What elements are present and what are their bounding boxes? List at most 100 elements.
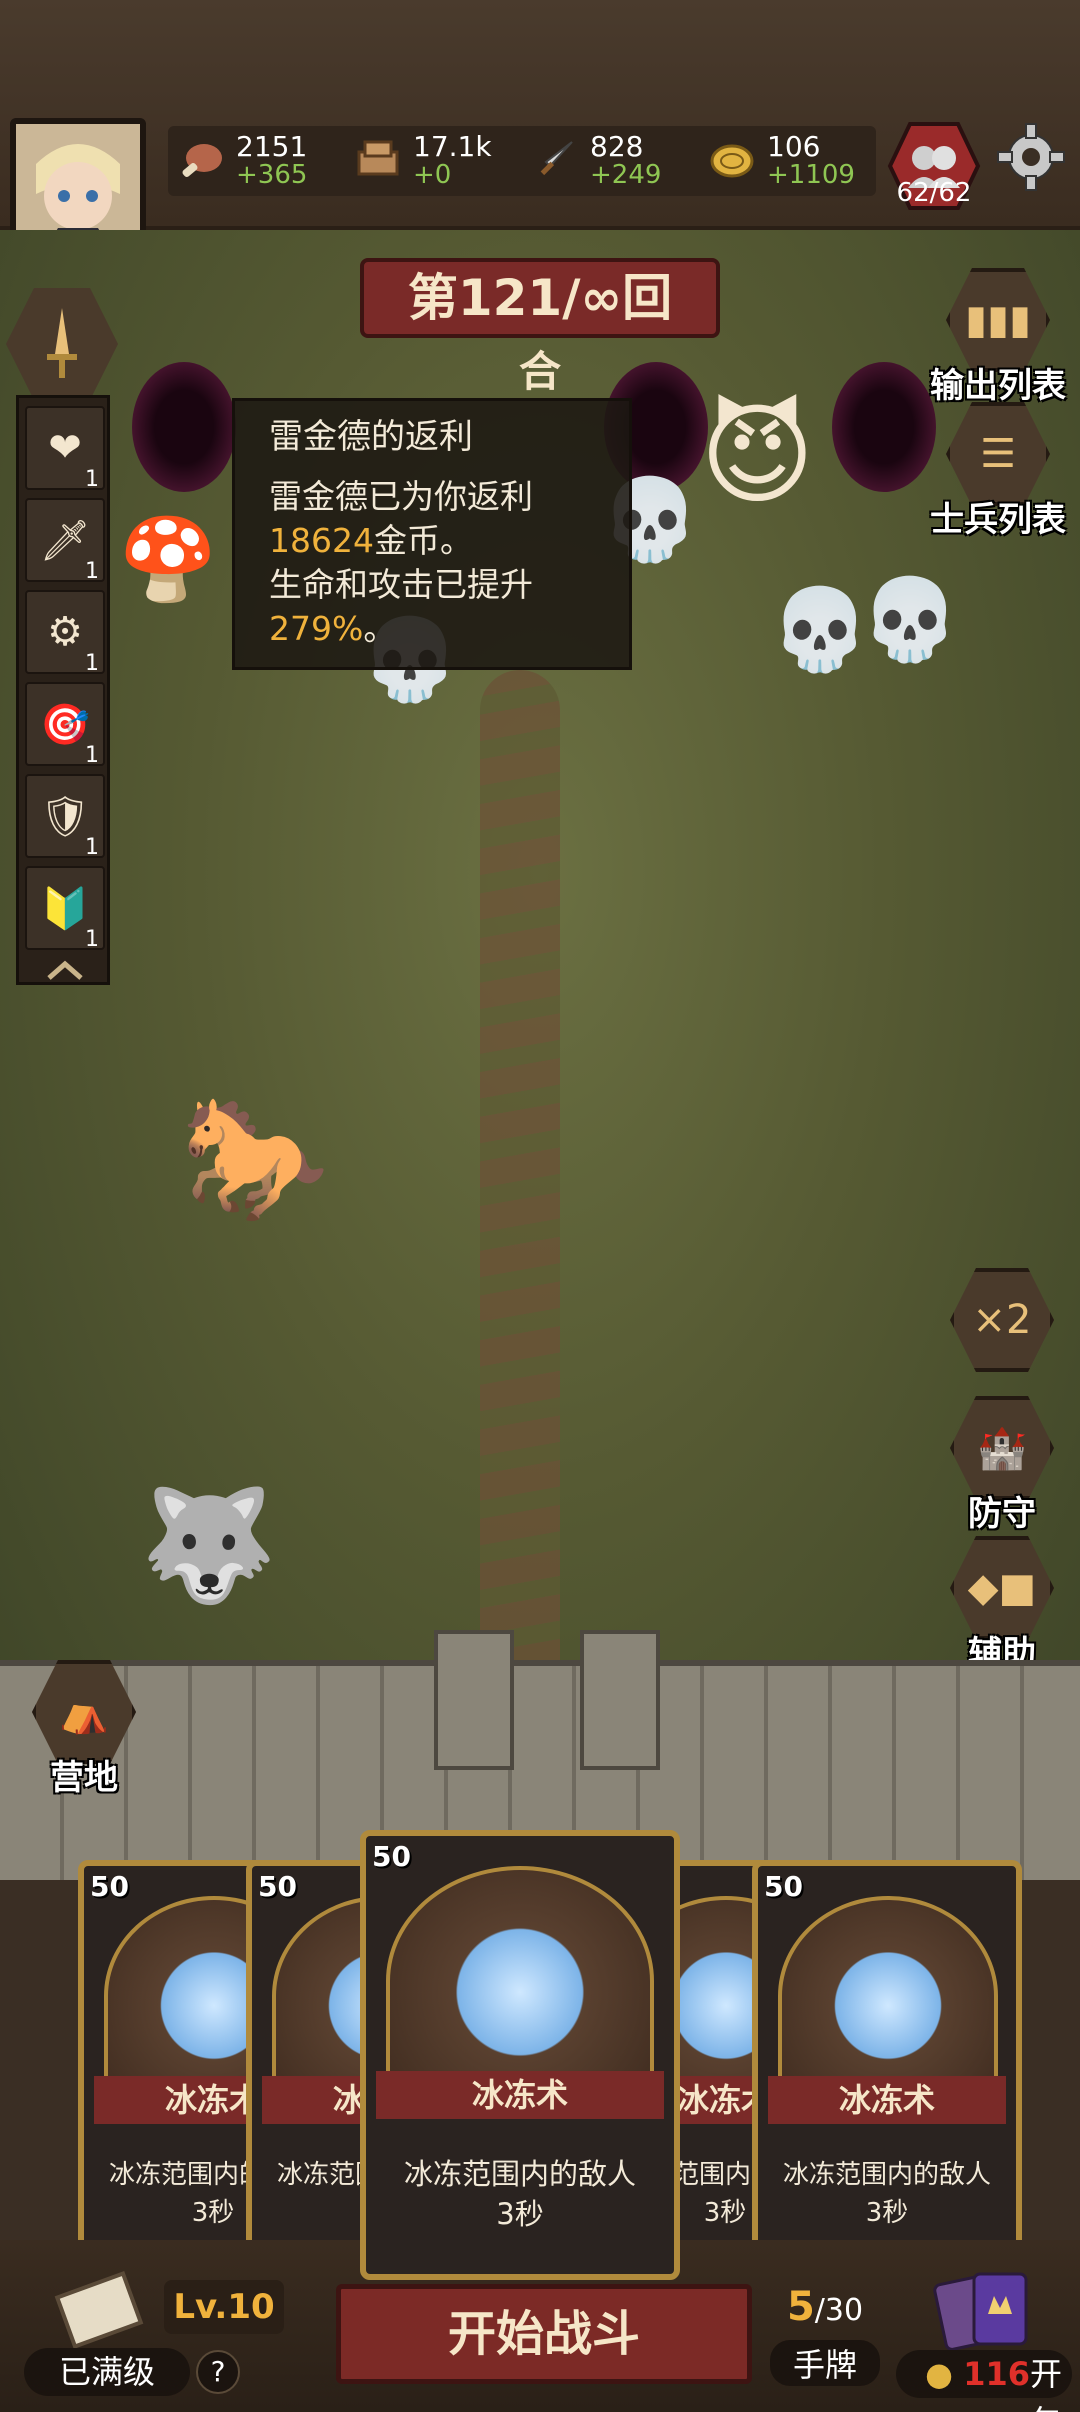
buff-target[interactable]: 🎯 1 — [25, 682, 105, 768]
tooltip-line2: 18624金币。 — [269, 519, 595, 563]
speed-x2-button[interactable]: ×2 — [932, 1268, 1072, 1372]
tooltip-line1: 雷金德已为你返利 — [269, 477, 533, 516]
enemy-portal — [832, 362, 936, 492]
soldier-list-button[interactable]: ☰ 士兵列表 — [928, 402, 1068, 541]
succubus-enemy: 😈 — [700, 391, 815, 519]
list-icon: ☰ — [946, 402, 1050, 506]
wood-increment: +0 — [413, 160, 452, 190]
card-desc-line1: 冰冻范围内的敌人 — [782, 2160, 991, 2190]
ice-crystal-icon — [386, 1866, 654, 2096]
speed-label: ×2 — [972, 1297, 1032, 1343]
speed-icon: ×2 — [950, 1268, 1054, 1372]
ice-beast-unit: 🐺 — [140, 1481, 277, 1609]
meat-increment: +365 — [236, 160, 308, 190]
resource-gold: 106 +1109 — [699, 133, 876, 189]
camp-button[interactable]: ⛺ 营地 — [14, 1660, 154, 1799]
round-number: 第121/∞回 — [360, 258, 720, 338]
maxed-label: 已满级 — [24, 2348, 190, 2396]
hand-label: 手牌 — [770, 2340, 880, 2386]
start-battle-button[interactable]: 开始战斗 — [336, 2284, 752, 2384]
round-suffix: 合 — [518, 347, 561, 396]
meat-icon — [182, 144, 222, 177]
card-desc-line1: 冰冻范围内的敌人 — [403, 2157, 636, 2191]
hand-count-total: /30 — [814, 2293, 864, 2328]
wood-icon — [357, 140, 399, 176]
gold-amount: 18624 — [269, 521, 374, 560]
shield-hand-icon: 🔰 — [40, 885, 90, 932]
card-pack-icon[interactable] — [930, 2266, 1040, 2352]
boost-percent: 279% — [269, 609, 364, 648]
buff-count: 1 — [85, 467, 99, 492]
collapse-chevron-icon[interactable] — [45, 958, 85, 982]
hand-counter[interactable]: 5/30 手牌 — [770, 2284, 880, 2386]
defense-label: 防守 — [968, 1494, 1036, 1534]
hand-count-value: 5 — [786, 2284, 815, 2330]
camp-label: 营地 — [50, 1758, 118, 1798]
settings-gear-icon[interactable] — [996, 122, 1066, 192]
hammer-scroll-icon[interactable] — [44, 2270, 154, 2350]
level-badge: Lv.10 — [164, 2280, 284, 2334]
wood-value: 17.1k — [413, 130, 492, 163]
round-banner: 第121/∞回 合 — [360, 258, 720, 396]
soldier-count: 62/62 — [896, 178, 972, 208]
buff-shield-hand[interactable]: 🔰 1 — [25, 866, 105, 952]
output-list-button[interactable]: ▮▮▮ 输出列表 — [928, 268, 1068, 407]
gear-icon: ⚙ — [47, 609, 83, 655]
card-cost: 50 — [90, 1870, 129, 1903]
card-name: 冰冻术 — [376, 2071, 664, 2119]
output-list-label: 输出列表 — [930, 366, 1066, 406]
skeleton-knight-enemy: 💀 — [770, 583, 870, 676]
buff-count: 1 — [85, 743, 99, 768]
buff-gear[interactable]: ⚙ 1 — [25, 590, 105, 676]
sword-emblem-icon — [47, 308, 77, 378]
card-cost: 50 — [258, 1870, 297, 1903]
heart-icon: ❤ — [48, 425, 82, 471]
gold-coin-icon — [710, 144, 754, 178]
meat-value: 2151 — [236, 130, 308, 163]
card-desc-line2: 3秒 — [496, 2197, 544, 2231]
card-cost: 50 — [372, 1840, 411, 1873]
shield-icon: 🛡 — [39, 793, 91, 840]
assist-button[interactable]: ◆■ 辅助 — [932, 1536, 1072, 1675]
card-desc-line2: 3秒 — [865, 2198, 909, 2228]
defense-button[interactable]: 🏰 防守 — [932, 1396, 1072, 1535]
resource-sword: 828 +249 — [522, 133, 699, 189]
buff-heart[interactable]: ❤ 1 — [25, 406, 105, 492]
soldier-list-label: 士兵列表 — [930, 500, 1066, 540]
gold-value: 106 — [767, 130, 821, 163]
castle-tower-icon: 🏰 — [950, 1396, 1054, 1500]
camp-tent-icon: ⛺ — [32, 1660, 136, 1764]
percent-suffix: 。 — [363, 609, 397, 648]
shapes-icon: ◆■ — [950, 1536, 1054, 1640]
sword-value: 828 — [590, 130, 644, 163]
pack-label: 开包 — [1029, 2355, 1062, 2412]
buff-count: 1 — [85, 927, 99, 952]
card-hand: 50 冰冻术 冰冻范围内的敌人 3秒 50 冰冻术 冰冻范围内的敌人 3秒 50 冰… — [0, 1830, 1080, 2280]
buff-shield[interactable]: 🛡 1 — [25, 774, 105, 860]
pack-coin-icon: ● — [925, 2355, 954, 2393]
buff-count: 1 — [85, 651, 99, 676]
buff-count: 1 — [85, 559, 99, 584]
spell-card-selected[interactable]: 50 冰冻术 冰冻范围内的敌人 3秒 — [360, 1830, 680, 2280]
dirt-path — [480, 670, 560, 1770]
mushroom-mage-enemy: 🍄 — [118, 513, 218, 606]
resource-meat: 2151 +365 — [168, 133, 345, 189]
help-button[interactable]: ? — [196, 2350, 240, 2394]
buff-sword[interactable]: 🗡 1 — [25, 498, 105, 584]
pack-cost: 116 — [963, 2355, 1030, 2393]
hand-count: 5/30 — [770, 2284, 880, 2330]
buff-count: 1 — [85, 835, 99, 860]
sword-upgrade-icon: 🗡 — [39, 517, 91, 564]
ice-crystal-icon — [778, 1896, 998, 2096]
resource-wood: 17.1k +0 — [345, 133, 522, 189]
sword-increment: +249 — [590, 160, 662, 190]
wall-tower — [580, 1630, 660, 1770]
open-pack-button[interactable]: ● 116开包 — [896, 2350, 1072, 2412]
buff-panel: ❤ 1 🗡 1 ⚙ 1 🎯 1 🛡 1 🔰 1 — [16, 395, 110, 985]
spell-card[interactable]: 50 冰冻术 冰冻范围内的敌人 3秒 — [752, 1860, 1022, 2280]
tooltip-line3: 生命和攻击已提升 — [269, 565, 533, 604]
card-desc: 冰冻范围内的敌人 3秒 — [372, 2154, 668, 2234]
gold-suffix: 金币。 — [373, 521, 473, 560]
bar-chart-icon: ▮▮▮ — [946, 268, 1050, 372]
wall-tower — [434, 1630, 514, 1770]
